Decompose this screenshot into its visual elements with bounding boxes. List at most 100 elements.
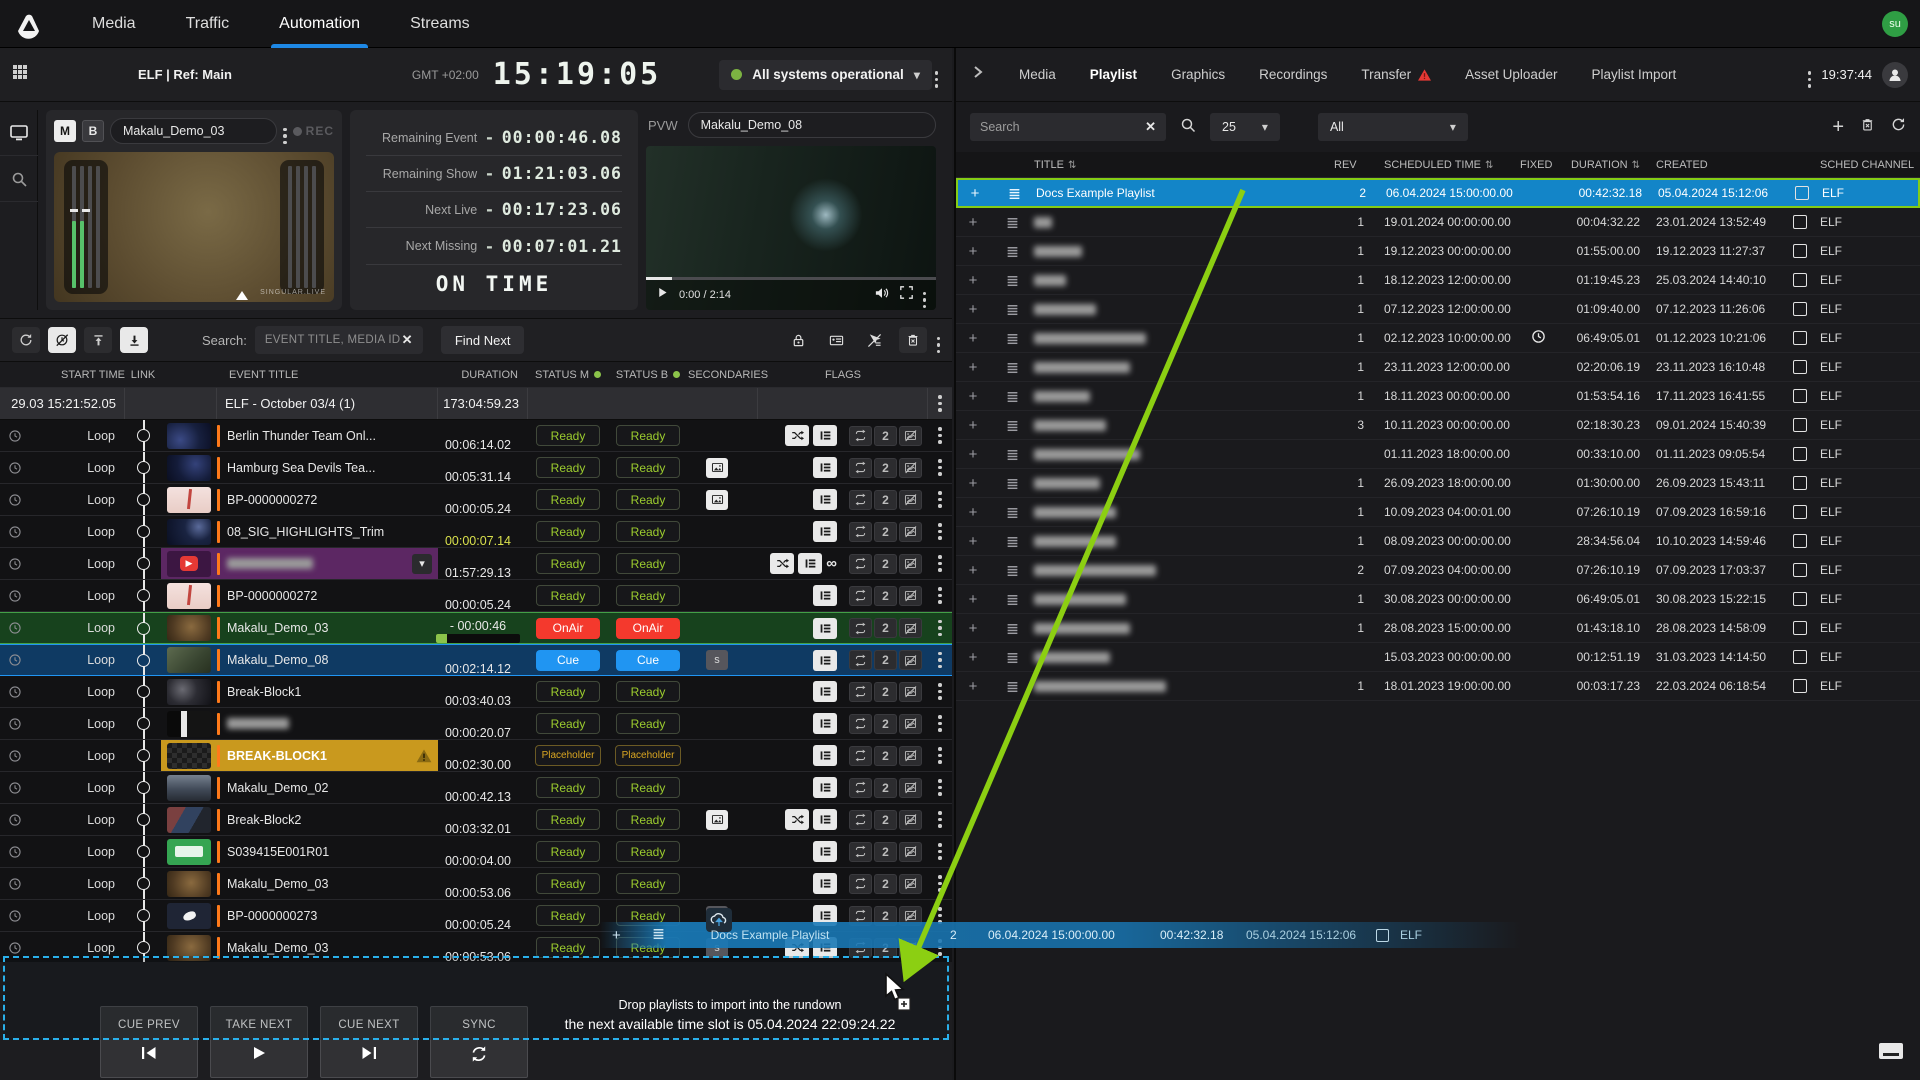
append-playlist-icon[interactable]: + (956, 556, 990, 584)
loop-flag-icon[interactable] (849, 746, 872, 766)
loop-flag-icon[interactable] (849, 458, 872, 478)
col-duration2[interactable]: DURATION (1556, 152, 1640, 177)
no-thumbnail-icon[interactable] (899, 682, 922, 702)
media-id-view-icon[interactable] (823, 327, 851, 353)
loop-flag-icon[interactable] (849, 842, 872, 862)
playlist-row[interactable]: + 1 28.08.2023 15:00:00.00 01:43:18.10 2… (956, 614, 1920, 643)
skip-transition-icon[interactable] (770, 553, 794, 574)
no-thumbnail-icon[interactable] (899, 554, 922, 574)
secondary-count-icon[interactable]: 2 (874, 586, 897, 606)
col-scheduled[interactable]: SCHEDULED TIME (1370, 152, 1520, 177)
playlist-row[interactable]: + 1 08.09.2023 00:00:00.00 28:34:56.04 1… (956, 527, 1920, 556)
secondary-graphic-icon[interactable] (706, 490, 728, 510)
loop-flag-icon[interactable] (849, 714, 872, 734)
playlist-flag-icon[interactable] (813, 650, 837, 671)
rundown-row[interactable]: Loop BP-0000000272 00:00:05.24 Ready Rea… (0, 580, 952, 612)
append-playlist-icon[interactable]: + (956, 208, 990, 236)
event-kebab-menu[interactable] (928, 868, 952, 899)
no-thumbnail-icon[interactable] (899, 586, 922, 606)
collapse-panel-icon[interactable] (972, 65, 984, 84)
playlist-checkbox[interactable] (1793, 447, 1807, 461)
playlist-row[interactable]: + 3 10.11.2023 00:00:00.00 02:18:30.23 0… (956, 411, 1920, 440)
page-size-select[interactable]: 25 ▾ (1210, 113, 1280, 141)
playlist-flag-icon[interactable] (813, 713, 837, 734)
event-thumbnail[interactable] (167, 487, 211, 513)
app-logo-icon[interactable] (12, 7, 46, 41)
col-flags[interactable]: FLAGS (758, 362, 928, 387)
monitor-kebab-menu[interactable] (283, 118, 287, 144)
delete-playlist-icon[interactable] (1860, 117, 1875, 137)
secondary-graphic-icon[interactable] (706, 458, 728, 478)
pvw-source-select[interactable]: Makalu_Demo_08 (688, 112, 936, 138)
no-thumbnail-icon[interactable] (899, 874, 922, 894)
program-video-preview[interactable]: SINGULAR.LIVE (54, 152, 334, 302)
playlist-row[interactable]: + 1 30.08.2023 00:00:00.00 06:49:05.01 3… (956, 585, 1920, 614)
playlist-checkbox[interactable] (1793, 476, 1807, 490)
tab-media[interactable]: Media (1002, 48, 1073, 102)
playlist-flag-icon[interactable] (813, 457, 837, 478)
event-kebab-menu[interactable] (928, 645, 952, 675)
rundown-row[interactable]: Loop ▾ 01:57:29.13 Ready Ready ∞2 (0, 548, 952, 580)
event-kebab-menu[interactable] (928, 740, 952, 771)
monitor-view-icon[interactable] (0, 110, 38, 156)
group-kebab-menu[interactable] (928, 388, 952, 419)
playlist-checkbox[interactable] (1793, 534, 1807, 548)
append-playlist-icon[interactable]: + (956, 324, 990, 352)
play-icon[interactable] (656, 286, 669, 304)
monitor-m-toggle[interactable]: M (54, 120, 76, 142)
sort-icon[interactable] (1632, 159, 1640, 171)
nav-tab-media[interactable]: Media (74, 0, 154, 48)
no-thumbnail-icon[interactable] (899, 746, 922, 766)
no-thumbnail-icon[interactable] (899, 810, 922, 830)
event-thumbnail[interactable] (167, 647, 211, 673)
monitor-source-select[interactable]: Makalu_Demo_03 (110, 118, 277, 144)
disable-selection-icon[interactable] (861, 327, 889, 353)
playlist-flag-icon[interactable] (813, 809, 837, 830)
rundown-row[interactable]: Loop 00:00:20.07 Ready Ready 2 (0, 708, 952, 740)
playlist-checkbox[interactable] (1793, 389, 1807, 403)
playlist-row[interactable]: + 01.11.2023 18:00:00.00 00:33:10.00 01.… (956, 440, 1920, 469)
virtual-keyboard-icon[interactable] (1878, 1041, 1904, 1066)
append-playlist-icon[interactable]: + (956, 527, 990, 555)
playlist-flag-icon[interactable] (813, 841, 837, 862)
no-thumbnail-icon[interactable] (899, 458, 922, 478)
rundown-row[interactable]: Loop Hamburg Sea Devils Tea... 00:05:31.… (0, 452, 952, 484)
refresh-playlists-icon[interactable] (1891, 117, 1906, 137)
secondary-count-icon[interactable]: 2 (874, 490, 897, 510)
append-playlist-icon[interactable]: + (956, 411, 990, 439)
playlist-row[interactable]: + 1 02.12.2023 10:00:00.00 06:49:05.01 0… (956, 324, 1920, 353)
event-kebab-menu[interactable] (928, 580, 952, 611)
tab-playlist-import[interactable]: Playlist Import (1574, 48, 1693, 102)
event-thumbnail[interactable] (167, 743, 211, 769)
playlist-row[interactable]: + 1 07.12.2023 12:00:00.00 01:09:40.00 0… (956, 295, 1920, 324)
playlist-checkbox[interactable] (1793, 621, 1807, 635)
secondary-graphic-icon[interactable] (706, 810, 728, 830)
skip-transition-icon[interactable] (785, 809, 809, 830)
playlist-checkbox[interactable] (1793, 244, 1807, 258)
no-thumbnail-icon[interactable] (899, 842, 922, 862)
rundown-search-input[interactable]: EVENT TITLE, MEDIA ID ✕ (255, 326, 423, 354)
loop-flag-icon[interactable] (849, 618, 872, 638)
delete-events-icon[interactable] (899, 327, 927, 353)
col-event-title[interactable]: EVENT TITLE (217, 362, 438, 387)
system-status-dropdown[interactable]: All systems operational ▾ (719, 60, 932, 90)
secondary-s-badge[interactable]: s (706, 650, 728, 670)
secondary-count-icon[interactable]: 2 (874, 842, 897, 862)
append-playlist-icon[interactable]: + (956, 266, 990, 294)
event-kebab-menu[interactable] (928, 676, 952, 707)
nav-tab-traffic[interactable]: Traffic (168, 0, 248, 48)
event-thumbnail[interactable] (167, 551, 211, 577)
append-playlist-icon[interactable]: + (956, 614, 990, 642)
event-kebab-menu[interactable] (928, 484, 952, 515)
append-playlist-icon[interactable]: + (956, 643, 990, 671)
secondary-count-icon[interactable]: 2 (874, 874, 897, 894)
skip-transition-icon[interactable] (785, 425, 809, 446)
rundown-row[interactable]: Loop Berlin Thunder Team Onl... 00:06:14… (0, 420, 952, 452)
no-thumbnail-icon[interactable] (899, 714, 922, 734)
preview-video-player[interactable]: 0:00 / 2:14 (646, 146, 936, 310)
secondary-count-icon[interactable]: 2 (874, 714, 897, 734)
tab-recordings[interactable]: Recordings (1242, 48, 1344, 102)
loop-flag-icon[interactable] (849, 810, 872, 830)
playlist-checkbox[interactable] (1793, 302, 1807, 316)
col-secondaries[interactable]: SECONDARIES (688, 362, 758, 387)
